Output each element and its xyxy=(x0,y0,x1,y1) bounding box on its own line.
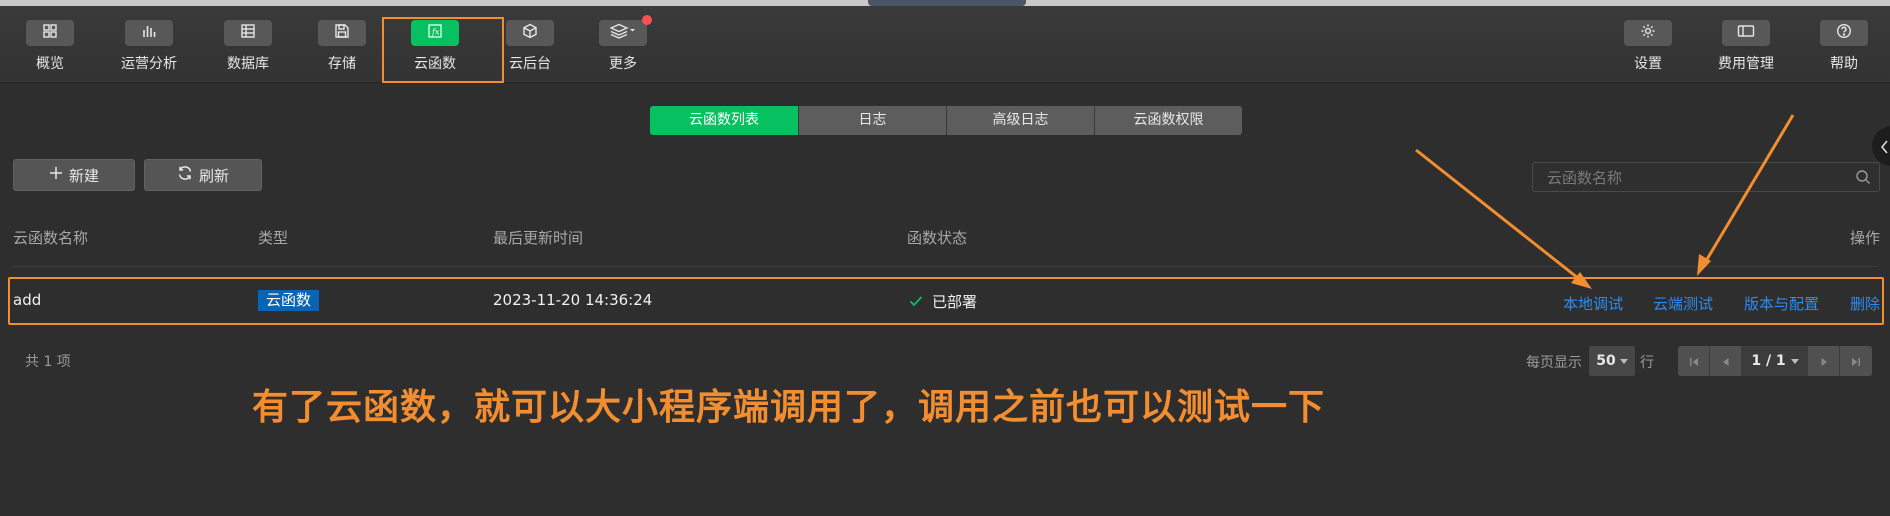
toolbar-label: 概览 xyxy=(36,56,64,72)
toolbar-analytics[interactable]: 运营分析 xyxy=(104,20,194,73)
annotation-text: 有了云函数，就可以大小程序端调用了，调用之前也可以测试一下 xyxy=(252,387,1326,428)
toolbar-label: 帮助 xyxy=(1830,56,1858,72)
refresh-icon xyxy=(177,165,193,185)
first-page-icon xyxy=(1689,352,1699,371)
notification-dot xyxy=(642,15,652,25)
toolbar-storage[interactable]: 存储 xyxy=(297,20,387,73)
table-divider xyxy=(12,266,1878,267)
toolbar-settings[interactable]: 设置 xyxy=(1603,20,1693,73)
per-page-value: 50 xyxy=(1596,353,1616,369)
toolbar-billing[interactable]: 费用管理 xyxy=(1701,20,1791,73)
tab-function-permissions[interactable]: 云函数权限 xyxy=(1094,106,1242,135)
next-page-icon xyxy=(1819,352,1829,371)
pagination: 1 / 1 xyxy=(1678,346,1872,376)
header-updated-time: 最后更新时间 xyxy=(493,229,584,247)
toolbar-label: 设置 xyxy=(1634,56,1662,72)
save-icon xyxy=(334,23,350,43)
toolbar-database[interactable]: 数据库 xyxy=(203,20,293,73)
top-toolbar: 概览 运营分析 数据库 存储 fx 云函数 云后台 更多 设置 费用管理 帮助 xyxy=(0,6,1890,83)
header-actions: 操作 xyxy=(1850,229,1881,247)
new-button[interactable]: 新建 xyxy=(13,159,135,191)
highlight-box-toolbar xyxy=(382,17,504,83)
header-status: 函数状态 xyxy=(907,229,968,247)
cube-icon xyxy=(522,23,538,43)
side-toggle-button[interactable] xyxy=(1872,126,1890,166)
first-page-button[interactable] xyxy=(1678,346,1710,376)
search-input[interactable] xyxy=(1545,163,1849,193)
toolbar-overview[interactable]: 概览 xyxy=(5,20,95,73)
per-page-suffix: 行 xyxy=(1640,355,1654,371)
last-page-button[interactable] xyxy=(1840,346,1872,376)
toolbar-label: 更多 xyxy=(609,56,637,72)
plus-icon xyxy=(49,166,63,184)
refresh-button-label: 刷新 xyxy=(198,166,229,185)
total-count: 共 1 项 xyxy=(25,354,71,370)
chevron-down-icon xyxy=(1619,353,1628,369)
tab-advanced-logs[interactable]: 高级日志 xyxy=(946,106,1094,135)
highlight-box-row xyxy=(8,277,1884,325)
tab-bar: 云函数列表 日志 高级日志 云函数权限 xyxy=(650,106,1242,135)
toolbar-label: 存储 xyxy=(328,56,356,72)
toolbar-more[interactable]: 更多 xyxy=(578,15,668,73)
chevron-down-icon xyxy=(1790,353,1799,369)
toolbar-label: 数据库 xyxy=(227,56,269,72)
card-icon xyxy=(1737,23,1755,43)
tab-logs[interactable]: 日志 xyxy=(798,106,946,135)
prev-page-icon xyxy=(1721,352,1731,371)
per-page-select[interactable]: 50 xyxy=(1589,346,1635,376)
next-page-button[interactable] xyxy=(1808,346,1840,376)
toolbar-label: 运营分析 xyxy=(121,56,177,72)
database-icon xyxy=(240,23,256,43)
page-indicator-select[interactable]: 1 / 1 xyxy=(1742,346,1808,376)
chevron-left-icon xyxy=(1880,139,1889,158)
toolbar-help[interactable]: 帮助 xyxy=(1799,20,1889,73)
page-indicator: 1 / 1 xyxy=(1751,353,1786,369)
last-page-icon xyxy=(1851,352,1861,371)
header-type: 类型 xyxy=(258,229,289,247)
gear-icon xyxy=(1640,23,1656,43)
tab-function-list[interactable]: 云函数列表 xyxy=(650,106,798,135)
search-box xyxy=(1532,162,1880,193)
grid-icon xyxy=(42,23,58,43)
layers-icon xyxy=(609,23,636,43)
toolbar-label: 费用管理 xyxy=(1718,56,1774,72)
search-icon[interactable] xyxy=(1855,169,1871,189)
refresh-button[interactable]: 刷新 xyxy=(144,159,262,191)
help-icon xyxy=(1836,23,1852,43)
per-page-label: 每页显示 xyxy=(1526,355,1582,371)
header-function-name: 云函数名称 xyxy=(13,229,89,247)
prev-page-button[interactable] xyxy=(1710,346,1742,376)
bar-chart-icon xyxy=(141,23,157,43)
new-button-label: 新建 xyxy=(68,166,99,185)
